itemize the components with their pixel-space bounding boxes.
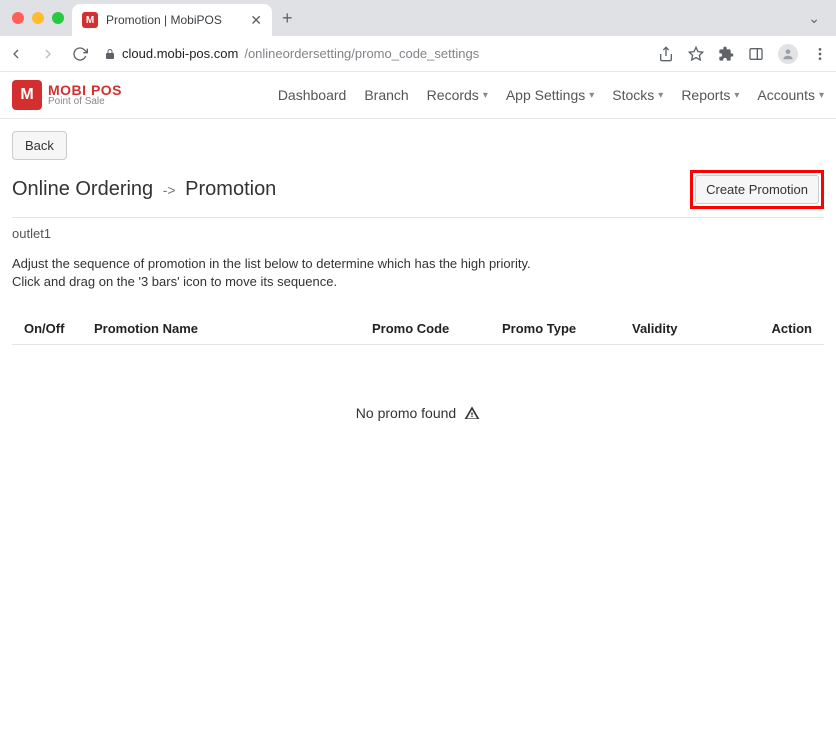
app-header: M MOBI POS Point of Sale Dashboard Branc… — [0, 72, 836, 119]
empty-text: No promo found — [356, 405, 456, 421]
address-bar: cloud.mobi-pos.com/onlineordersetting/pr… — [0, 36, 836, 72]
nav-records[interactable]: Records ▾ — [427, 87, 488, 103]
chevron-down-icon: ▾ — [589, 90, 594, 101]
promo-table: On/Off Promotion Name Promo Code Promo T… — [12, 313, 824, 421]
window-controls — [8, 12, 72, 24]
kebab-menu-icon[interactable] — [812, 46, 828, 62]
browser-action-icons — [658, 44, 828, 64]
page-body: Back Online Ordering -> Promotion Create… — [0, 119, 836, 433]
share-icon[interactable] — [658, 46, 674, 62]
main-nav: Dashboard Branch Records▾ App Settings▾ … — [278, 87, 824, 103]
nav-reports[interactable]: Reports ▾ — [681, 87, 739, 103]
brand-name: MOBI POS — [48, 83, 122, 97]
bookmark-star-icon[interactable] — [688, 46, 704, 62]
divider — [12, 217, 824, 218]
tab-title: Promotion | MobiPOS — [106, 13, 242, 27]
instructions-text: Adjust the sequence of promotion in the … — [12, 255, 824, 291]
nav-stocks[interactable]: Stocks ▾ — [612, 87, 663, 103]
url-path: /onlineordersetting/promo_code_settings — [244, 46, 479, 61]
browser-tab[interactable]: M Promotion | MobiPOS ✕ — [72, 4, 272, 36]
nav-dashboard[interactable]: Dashboard — [278, 87, 347, 103]
breadcrumb-parent: Online Ordering — [12, 178, 153, 200]
nav-label: Stocks — [612, 87, 654, 103]
create-promotion-highlight: Create Promotion — [690, 170, 824, 209]
browser-chrome: M Promotion | MobiPOS ✕ + ⌄ cloud.mobi-p… — [0, 0, 836, 72]
close-window-button[interactable] — [12, 12, 24, 24]
breadcrumb-current: Promotion — [185, 178, 276, 200]
logo-text: MOBI POS Point of Sale — [48, 83, 122, 107]
col-header-type: Promo Type — [502, 321, 632, 336]
breadcrumb-separator: -> — [163, 182, 176, 198]
extensions-icon[interactable] — [718, 46, 734, 62]
url-host: cloud.mobi-pos.com — [122, 46, 238, 61]
nav-label: Branch — [364, 87, 408, 103]
table-header-row: On/Off Promotion Name Promo Code Promo T… — [12, 313, 824, 345]
create-promotion-button[interactable]: Create Promotion — [695, 175, 819, 204]
instruction-line: Click and drag on the '3 bars' icon to m… — [12, 273, 824, 291]
back-nav-icon[interactable] — [8, 46, 30, 62]
maximize-window-button[interactable] — [52, 12, 64, 24]
nav-label: Dashboard — [278, 87, 347, 103]
breadcrumb: Online Ordering -> Promotion — [12, 178, 276, 201]
instruction-line: Adjust the sequence of promotion in the … — [12, 255, 824, 273]
page-title-row: Online Ordering -> Promotion Create Prom… — [12, 170, 824, 209]
close-tab-icon[interactable]: ✕ — [250, 12, 262, 29]
forward-nav-icon[interactable] — [40, 46, 62, 62]
logo-mark-icon: M — [12, 80, 42, 110]
col-header-onoff: On/Off — [24, 321, 94, 336]
nav-app-settings[interactable]: App Settings ▾ — [506, 87, 594, 103]
chevron-down-icon: ▾ — [734, 90, 739, 101]
profile-avatar-icon[interactable] — [778, 44, 798, 64]
tabs-overflow-icon[interactable]: ⌄ — [808, 10, 820, 27]
chevron-down-icon: ▾ — [483, 90, 488, 101]
col-header-action: Action — [732, 321, 812, 336]
chevron-down-icon: ▾ — [819, 90, 824, 101]
favicon-icon: M — [82, 12, 98, 28]
nav-label: App Settings — [506, 87, 585, 103]
new-tab-button[interactable]: + — [272, 8, 303, 29]
tab-bar: M Promotion | MobiPOS ✕ + ⌄ — [0, 0, 836, 36]
col-header-name: Promotion Name — [94, 321, 372, 336]
col-header-code: Promo Code — [372, 321, 502, 336]
lock-icon — [104, 48, 116, 60]
minimize-window-button[interactable] — [32, 12, 44, 24]
brand-tagline: Point of Sale — [48, 97, 122, 107]
col-header-validity: Validity — [632, 321, 732, 336]
brand-logo[interactable]: M MOBI POS Point of Sale — [12, 80, 122, 110]
reload-icon[interactable] — [72, 46, 94, 62]
nav-label: Reports — [681, 87, 730, 103]
back-button[interactable]: Back — [12, 131, 67, 160]
nav-branch[interactable]: Branch — [364, 87, 408, 103]
side-panel-icon[interactable] — [748, 46, 764, 62]
nav-accounts[interactable]: Accounts ▾ — [757, 87, 824, 103]
chevron-down-icon: ▾ — [658, 90, 663, 101]
empty-state: No promo found — [12, 405, 824, 421]
outlet-label: outlet1 — [12, 226, 824, 241]
nav-label: Records — [427, 87, 479, 103]
warning-icon — [464, 405, 480, 421]
url-field[interactable]: cloud.mobi-pos.com/onlineordersetting/pr… — [104, 46, 648, 61]
nav-label: Accounts — [757, 87, 815, 103]
